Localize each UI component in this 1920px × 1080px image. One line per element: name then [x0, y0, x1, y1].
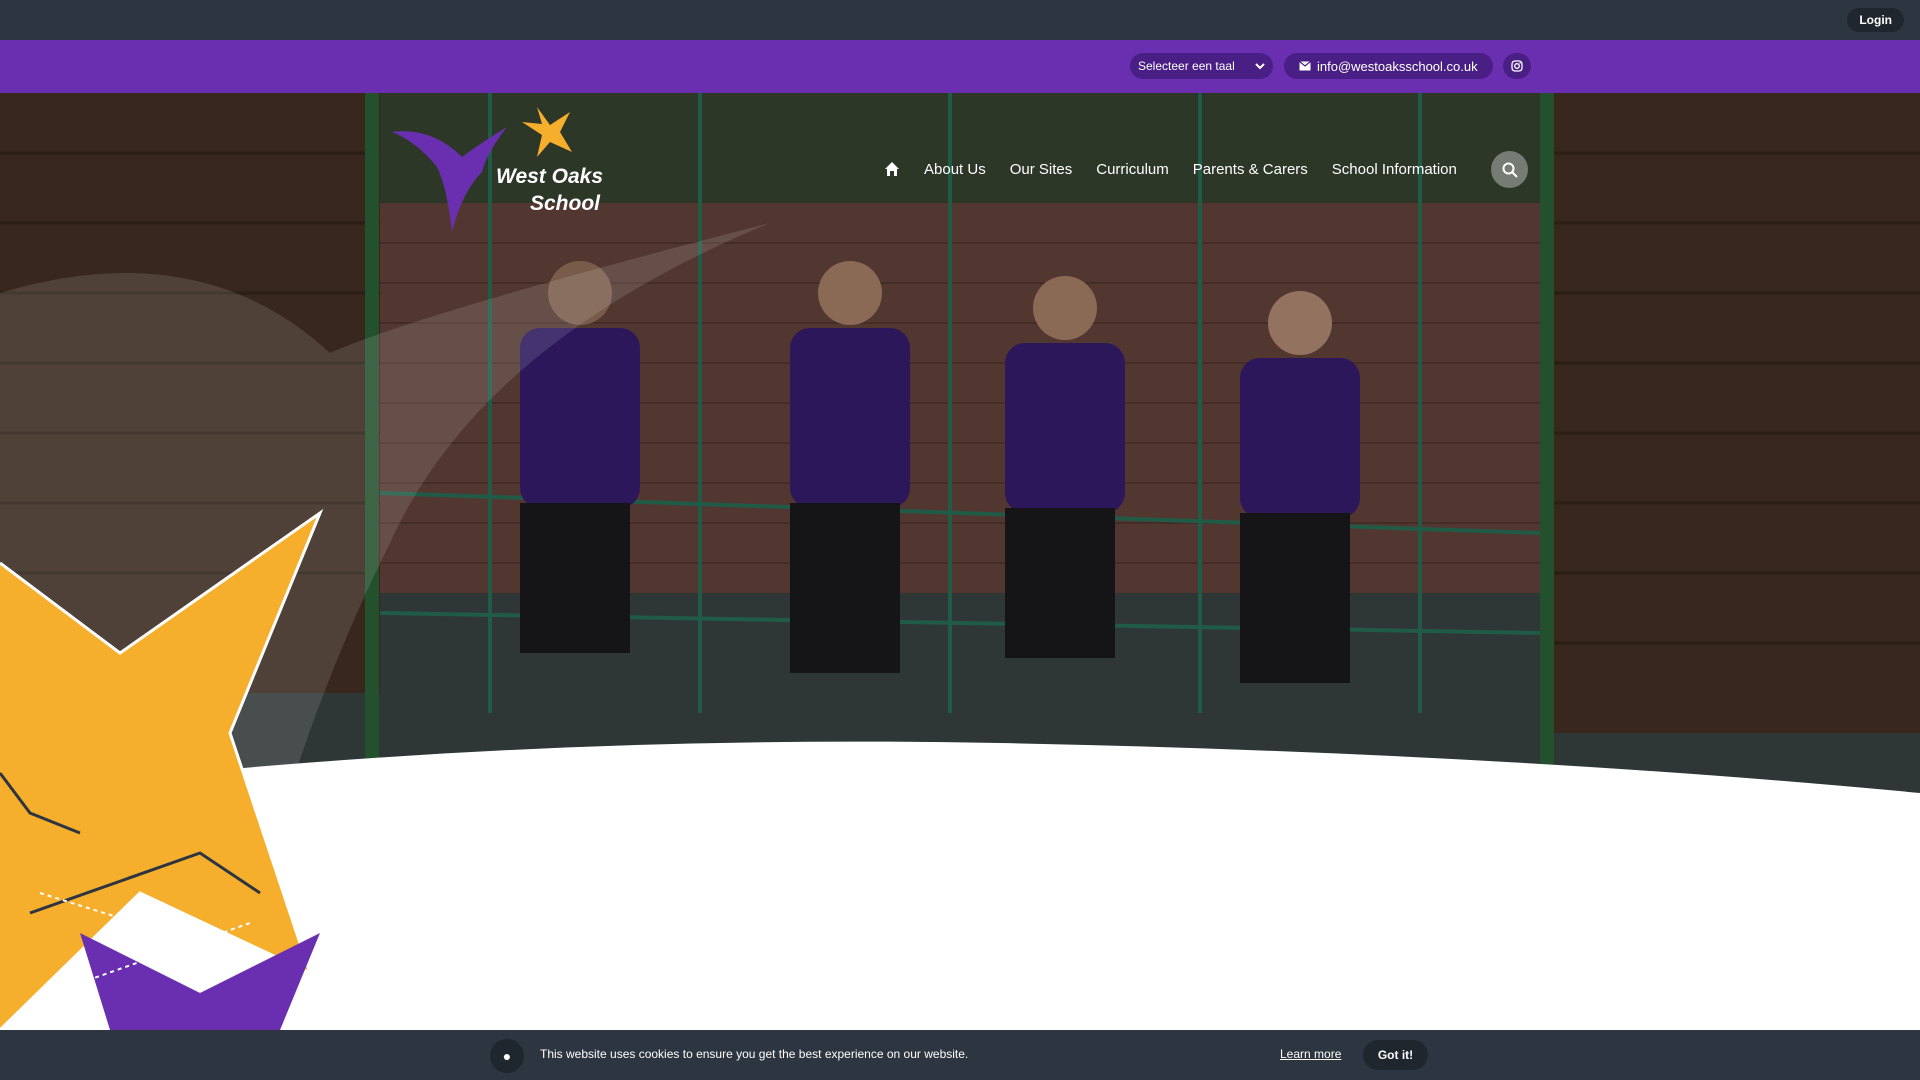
envelope-icon	[1299, 61, 1311, 71]
cookie-icon: ●	[490, 1039, 524, 1073]
headline-part-1: EXCELLENCE	[505, 810, 946, 882]
headline-part-2: EVERYONE	[1053, 810, 1415, 882]
nav-item-about-us[interactable]: About Us	[924, 161, 986, 178]
nav-item-our-sites[interactable]: Our Sites	[1010, 161, 1073, 178]
search-icon	[1502, 162, 1518, 178]
cookie-banner: ● This website uses cookies to ensure yo…	[0, 1030, 1920, 1080]
email-link[interactable]: info@westoaksschool.co.uk	[1284, 53, 1493, 79]
learn-more-link[interactable]: Learn more	[1280, 1047, 1341, 1061]
hero-headline: EXCELLENCE for EVERYONE	[0, 809, 1920, 883]
language-select-value: Selecteer een taal	[1138, 59, 1235, 73]
top-bar: Login	[0, 0, 1920, 40]
logo-text-line-2: School	[530, 192, 601, 215]
chevron-down-icon	[1255, 63, 1265, 70]
nav-item-parents-carers[interactable]: Parents & Carers	[1193, 161, 1308, 178]
language-select[interactable]: Selecteer een taal	[1130, 53, 1273, 79]
instagram-link[interactable]	[1503, 53, 1531, 79]
cookie-message: This website uses cookies to ensure you …	[540, 1047, 969, 1061]
home-icon[interactable]	[884, 161, 900, 177]
main-nav: About Us Our Sites Curriculum Parents & …	[884, 156, 1481, 182]
contact-bar: Selecteer een taal info@westoaksschool.c…	[0, 40, 1920, 93]
hero-banner: EXCELLENCE for EVERYONE	[0, 93, 1920, 1030]
instagram-icon	[1511, 60, 1523, 72]
nav-item-school-information[interactable]: School Information	[1332, 161, 1457, 178]
accept-cookies-button[interactable]: Got it!	[1363, 1040, 1428, 1070]
hero-photo	[0, 93, 1920, 1030]
headline-script: for	[957, 817, 1042, 882]
nav-item-curriculum[interactable]: Curriculum	[1096, 161, 1169, 178]
logo-text-line-1: West Oaks	[496, 165, 603, 188]
search-button[interactable]	[1491, 151, 1528, 188]
login-button[interactable]: Login	[1847, 8, 1904, 32]
email-text: info@westoaksschool.co.uk	[1317, 58, 1478, 74]
